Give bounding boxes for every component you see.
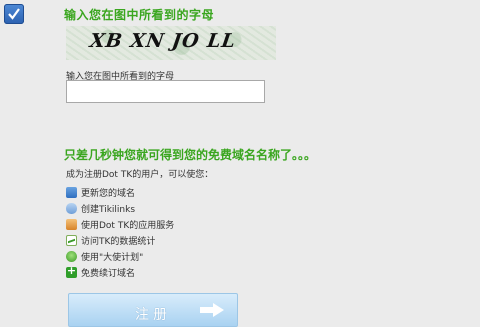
ambassador-icon bbox=[66, 250, 77, 262]
benefit-label: 访问TK的数据统计 bbox=[81, 236, 156, 247]
promo-heading: 只差几秒钟您就可得到您的免费域名名称了。。。 bbox=[64, 148, 317, 162]
captcha-heading: 输入您在图中所看到的字母 bbox=[64, 8, 215, 22]
benefit-label: 更新您的域名 bbox=[81, 188, 136, 199]
benefit-label: 使用"大使计划" bbox=[81, 252, 144, 263]
benefit-item: 访问TK的数据统计 bbox=[66, 232, 174, 248]
benefit-item: 更新您的域名 bbox=[66, 184, 174, 200]
captcha-image: XB XN JO LL bbox=[66, 26, 276, 60]
benefit-item: 创建Tikilinks bbox=[66, 200, 174, 216]
renew-plus-icon bbox=[66, 264, 77, 278]
captcha-image-text: XB XN JO LL bbox=[88, 30, 238, 52]
link-icon bbox=[66, 202, 77, 214]
register-button[interactable]: 注册 bbox=[68, 293, 238, 327]
arrow-right-icon bbox=[200, 303, 224, 317]
domain-icon bbox=[66, 186, 77, 198]
step-complete-check-icon bbox=[4, 4, 24, 24]
benefit-list: 更新您的域名 创建Tikilinks 使用Dot TK的应用服务 访问TK的数据… bbox=[66, 184, 174, 280]
benefit-item: 免费续订域名 bbox=[66, 264, 174, 280]
register-button-label: 注册 bbox=[135, 307, 171, 323]
benefit-label: 免费续订域名 bbox=[81, 268, 136, 279]
benefit-label: 使用Dot TK的应用服务 bbox=[81, 220, 175, 231]
apps-icon bbox=[66, 218, 77, 230]
stats-icon bbox=[66, 234, 77, 246]
benefit-item: 使用Dot TK的应用服务 bbox=[66, 216, 174, 232]
benefit-item: 使用"大使计划" bbox=[66, 248, 174, 264]
benefit-label: 创建Tikilinks bbox=[81, 204, 136, 215]
promo-intro: 成为注册Dot TK的用户，可以使您： bbox=[66, 170, 214, 180]
captcha-input[interactable] bbox=[66, 80, 265, 103]
